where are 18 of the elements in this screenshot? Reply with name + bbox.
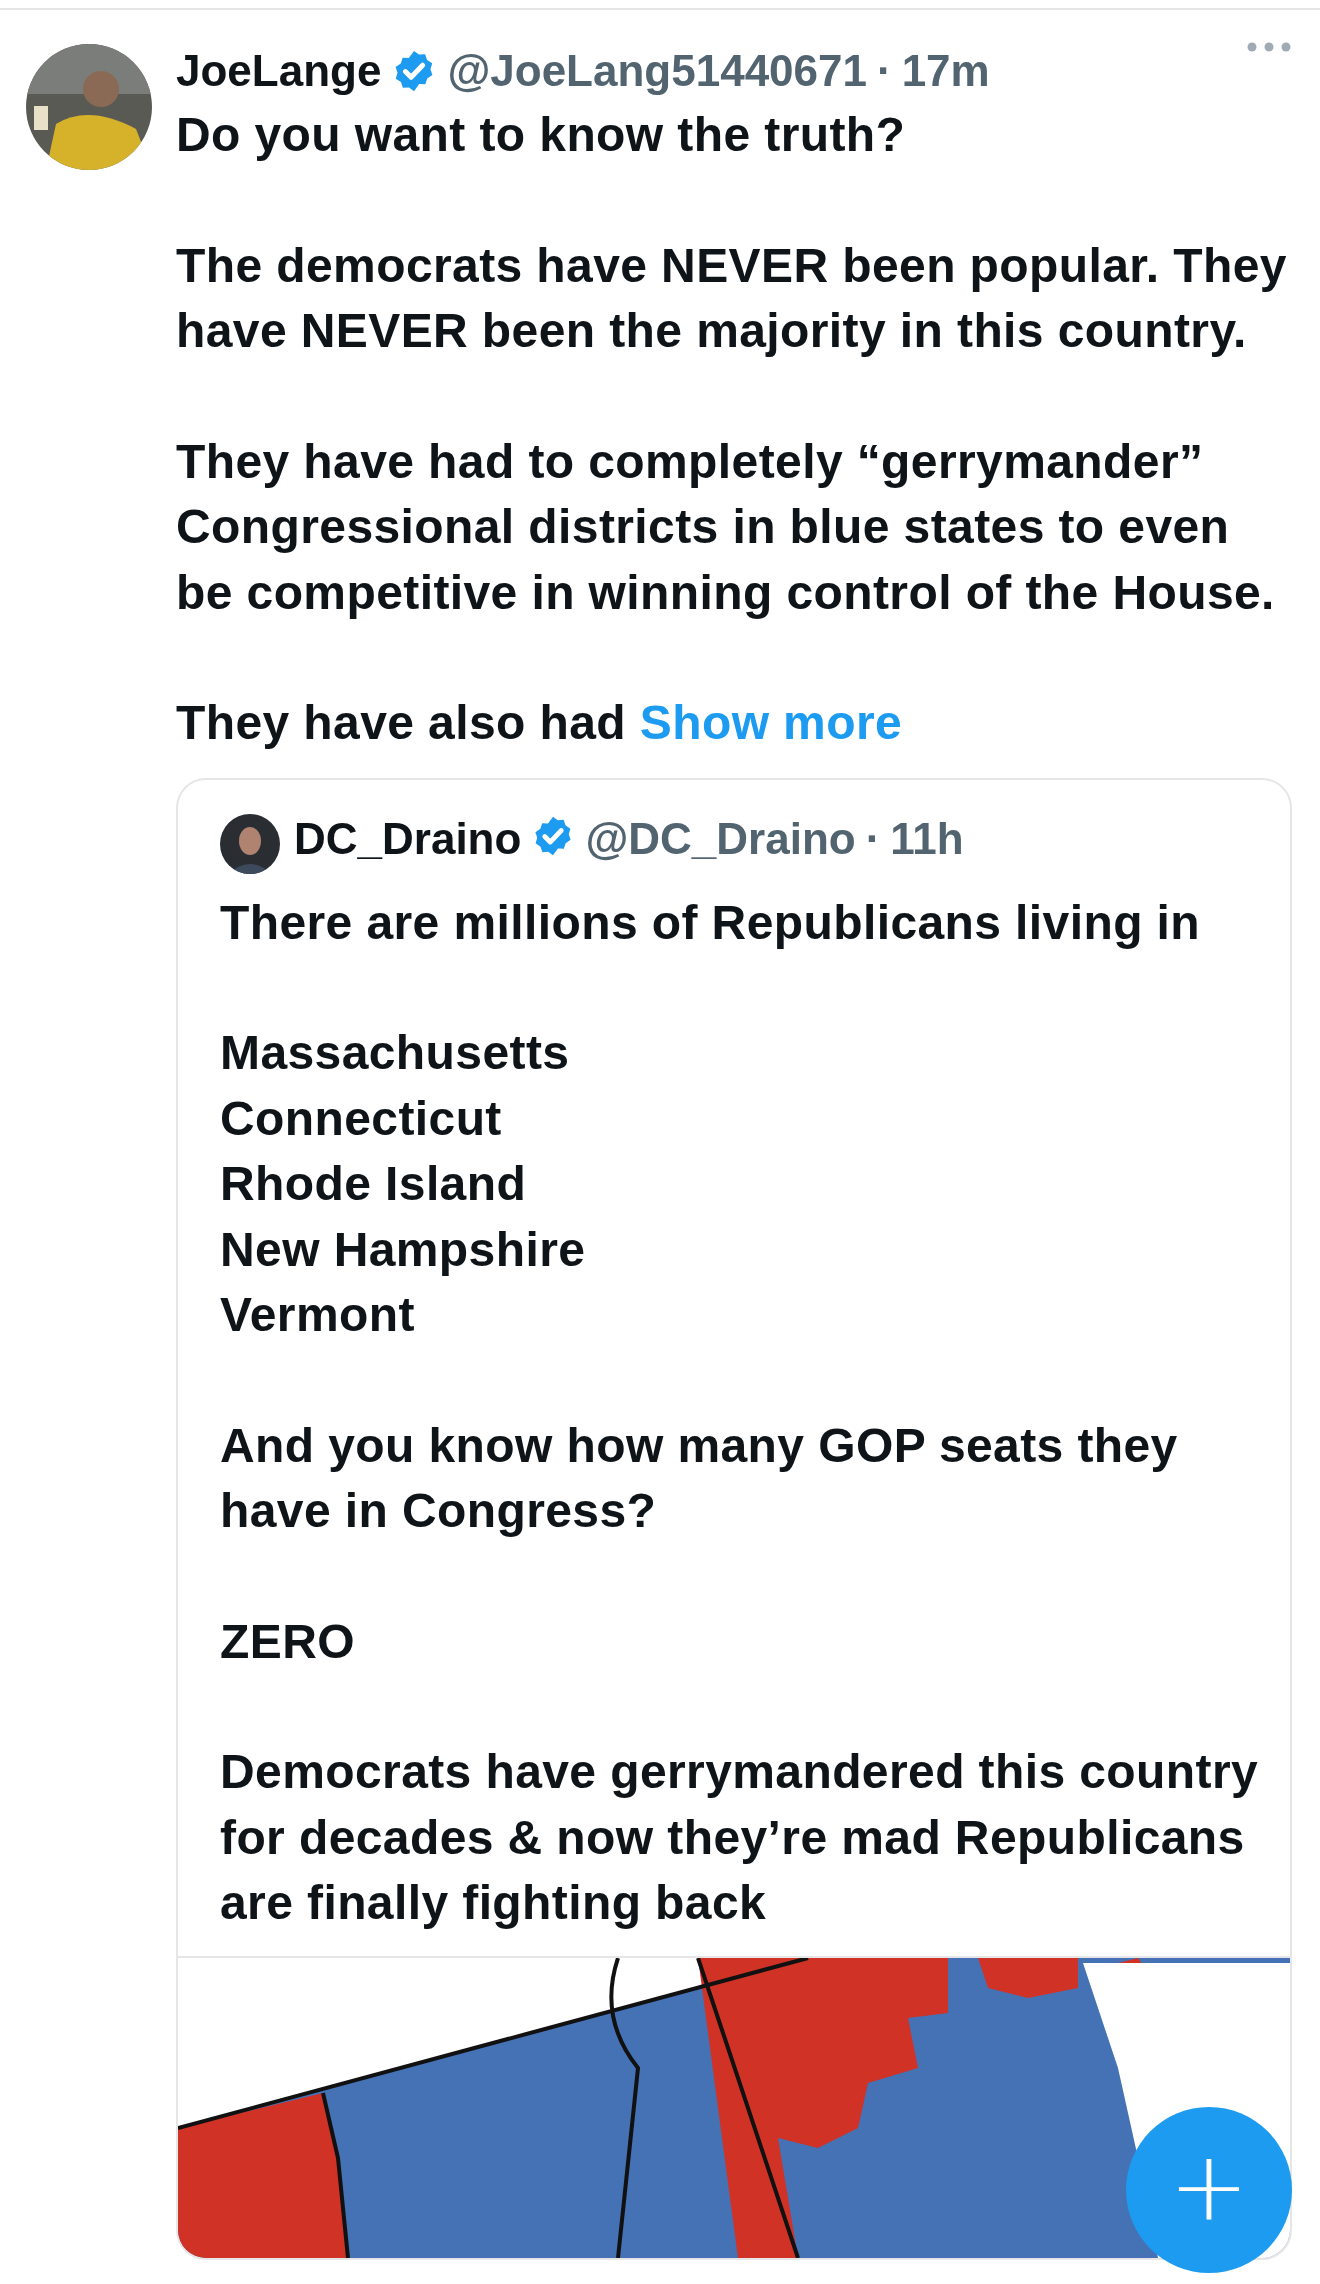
post-text: The democrats have NEVER been popular. They have NEVER been the majority in this country. bbox=[176, 237, 1288, 359]
post-time[interactable]: 17m bbox=[901, 46, 990, 96]
quoted-post-text: There are millions of Republicans living in bbox=[220, 894, 1202, 951]
quoted-post-text: And you know how many GOP seats they have in Congress? bbox=[220, 1417, 1179, 1539]
post-text: They have also had bbox=[176, 696, 627, 749]
quoted-post-card[interactable] bbox=[176, 777, 1292, 2260]
author-handle[interactable]: @JoeLang51440671 bbox=[447, 46, 867, 96]
author-name[interactable]: DC_Draino bbox=[294, 813, 522, 864]
separator-dot: · bbox=[877, 46, 892, 96]
post-time[interactable]: 11h bbox=[890, 813, 964, 864]
quoted-post-text: Democrats have gerrymandered this country for decades & now they’re mad Republicans are finally fighting back bbox=[220, 1744, 1260, 1931]
author-handle[interactable]: @DC_Draino bbox=[585, 813, 856, 864]
post-text: They have had to completely “gerrymander” Congressional districts in blue states to even be competitive in winning control of the House. bbox=[176, 433, 1276, 621]
post-text: Do you want to know the truth? bbox=[176, 107, 907, 163]
separator-dot: · bbox=[865, 813, 881, 864]
quoted-post-text: ZERO bbox=[220, 1613, 356, 1670]
author-name[interactable]: JoeLange bbox=[176, 46, 382, 96]
quoted-post-text: Massachusetts Connecticut Rhode Island New Hampshire Vermont bbox=[220, 1025, 587, 1343]
